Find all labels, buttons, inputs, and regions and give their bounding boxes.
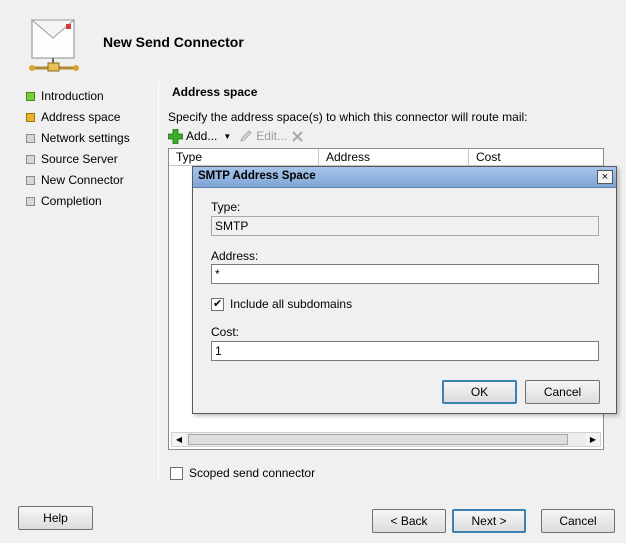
- column-header-address[interactable]: Address: [319, 149, 469, 166]
- step-introduction: Introduction: [26, 88, 104, 104]
- include-subdomains-label: Include all subdomains: [230, 297, 353, 311]
- pencil-icon: [240, 130, 252, 142]
- close-icon[interactable]: ×: [597, 170, 613, 184]
- address-label: Address:: [211, 249, 259, 263]
- cost-field[interactable]: 1: [211, 341, 599, 361]
- step-completion: Completion: [26, 193, 102, 209]
- edit-button[interactable]: Edit...: [239, 129, 304, 143]
- step-label: Completion: [41, 194, 102, 208]
- next-button[interactable]: Next >: [452, 509, 526, 533]
- remove-icon[interactable]: [291, 130, 304, 143]
- address-field[interactable]: *: [211, 264, 599, 284]
- step-label: Address space: [41, 110, 121, 124]
- dialog-title-bar[interactable]: SMTP Address Space ×: [193, 167, 616, 188]
- step-current-icon: [26, 112, 35, 122]
- wizard-title: New Send Connector: [103, 34, 244, 50]
- horizontal-scrollbar[interactable]: ◀ ▶: [171, 432, 601, 447]
- scoped-send-connector[interactable]: Scoped send connector: [170, 466, 315, 480]
- cost-label: Cost:: [211, 325, 240, 339]
- section-description: Specify the address space(s) to which th…: [168, 110, 528, 124]
- dropdown-arrow-icon[interactable]: ▼: [223, 132, 231, 141]
- step-done-icon: [26, 91, 35, 101]
- type-label: Type:: [211, 200, 241, 214]
- mail-connector-icon: [26, 18, 86, 76]
- step-pending-icon: [26, 154, 35, 164]
- step-pending-icon: [26, 196, 35, 206]
- scoped-checkbox[interactable]: [170, 466, 183, 480]
- step-new-connector: New Connector: [26, 172, 124, 188]
- cancel-button[interactable]: Cancel: [541, 509, 615, 533]
- back-button[interactable]: < Back: [372, 509, 446, 533]
- step-label: Introduction: [41, 89, 104, 103]
- nav-divider: [158, 82, 159, 482]
- scrollbar-thumb[interactable]: [188, 434, 568, 445]
- step-network-settings: Network settings: [26, 130, 130, 146]
- include-subdomains-checkbox[interactable]: [211, 297, 224, 311]
- dialog-cancel-button[interactable]: Cancel: [525, 380, 600, 404]
- scroll-right-icon[interactable]: ▶: [586, 433, 600, 446]
- edit-label: Edit...: [256, 129, 287, 143]
- scoped-label: Scoped send connector: [189, 466, 316, 480]
- step-address-space: Address space: [26, 109, 120, 125]
- ok-button[interactable]: OK: [442, 380, 517, 404]
- column-header-cost[interactable]: Cost: [469, 149, 603, 166]
- toolbar: Add... ▼ Edit...: [168, 127, 312, 145]
- section-title: Address space: [172, 85, 258, 99]
- column-header-type[interactable]: Type: [169, 149, 319, 166]
- type-field: SMTP: [211, 216, 599, 236]
- scroll-left-icon[interactable]: ◀: [172, 433, 186, 446]
- plus-icon: [168, 128, 183, 144]
- dialog-title: SMTP Address Space: [198, 170, 316, 182]
- step-label: Source Server: [41, 152, 118, 166]
- step-source-server: Source Server: [26, 151, 118, 167]
- step-pending-icon: [26, 175, 35, 185]
- include-subdomains[interactable]: Include all subdomains: [211, 297, 352, 311]
- add-label: Add...: [186, 129, 218, 143]
- smtp-address-space-dialog: SMTP Address Space × Type: SMTP Address:…: [192, 166, 617, 414]
- step-pending-icon: [26, 133, 35, 143]
- step-label: Network settings: [41, 131, 130, 145]
- help-button[interactable]: Help: [18, 506, 93, 530]
- step-label: New Connector: [41, 173, 124, 187]
- add-button[interactable]: Add... ▼: [168, 128, 231, 144]
